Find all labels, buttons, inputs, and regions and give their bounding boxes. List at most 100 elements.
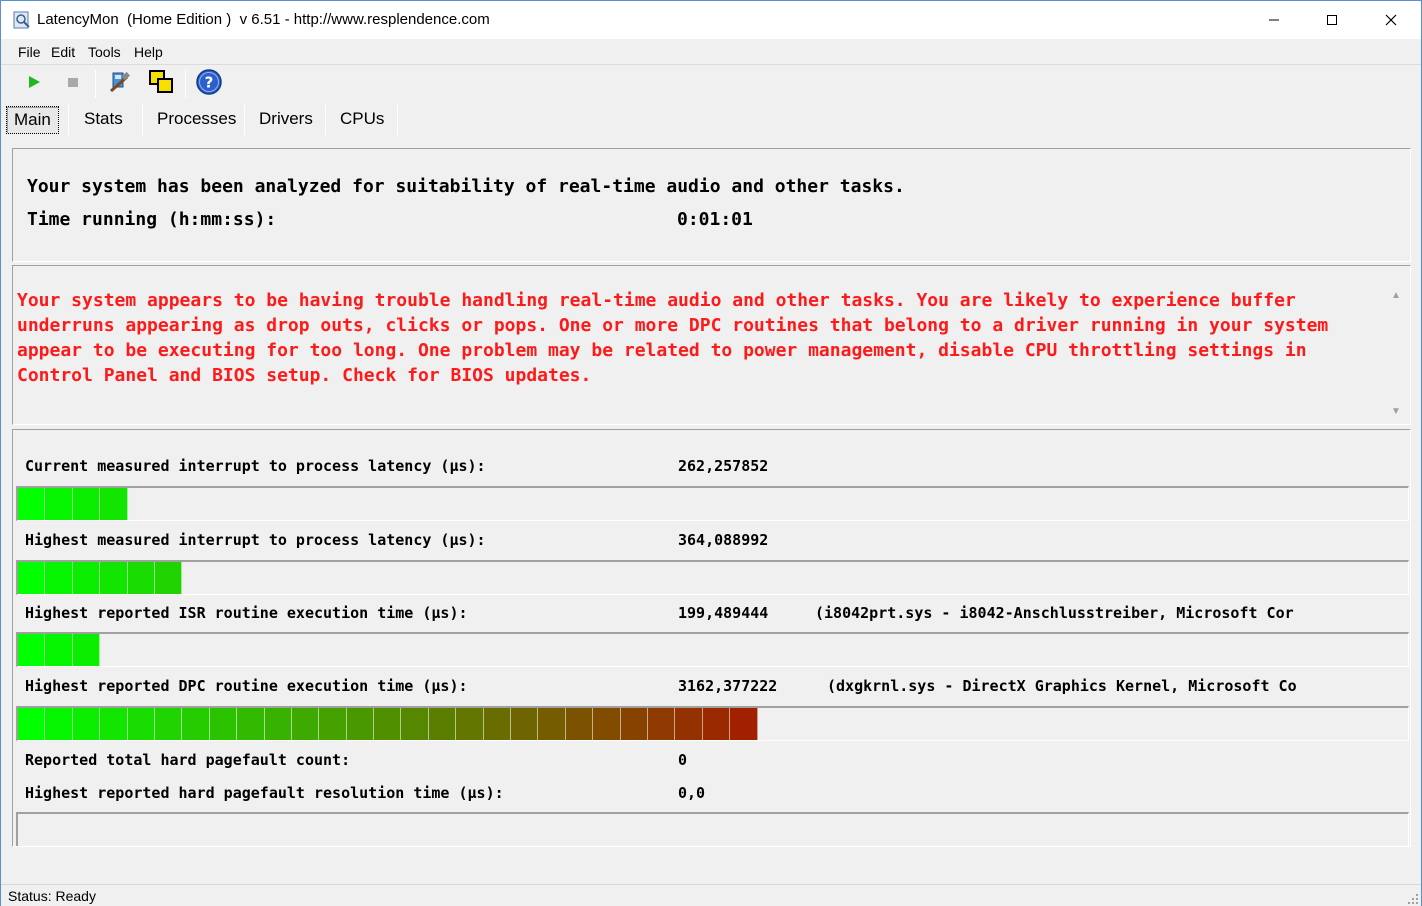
tab-strip: Main Stats Processes Drivers CPUs bbox=[1, 102, 1421, 138]
close-button[interactable] bbox=[1362, 1, 1420, 39]
analysis-summary-text: Your system has been analyzed for suitab… bbox=[27, 176, 905, 197]
bar-segment bbox=[100, 488, 128, 520]
bar-segment bbox=[72, 562, 101, 594]
pagefault-count-value: 0 bbox=[678, 751, 688, 769]
bar-segment bbox=[374, 708, 402, 740]
bar-segment bbox=[401, 708, 429, 740]
menu-tools[interactable]: Tools bbox=[88, 44, 121, 60]
bar-segment bbox=[319, 708, 347, 740]
dpc-driver-info: (dxgkrnl.sys - DirectX Graphics Kernel, … bbox=[827, 677, 1297, 695]
tab-separator bbox=[325, 105, 326, 135]
tab-separator bbox=[142, 105, 143, 135]
bar-segment bbox=[483, 708, 512, 740]
help-button[interactable]: ? bbox=[194, 68, 224, 101]
bar-segment bbox=[620, 708, 648, 740]
bar-segment bbox=[72, 634, 101, 666]
measurements-panel: Current measured interrupt to process la… bbox=[12, 429, 1411, 847]
bar-segment bbox=[45, 708, 73, 740]
bar-segment bbox=[45, 562, 73, 594]
minimize-button[interactable] bbox=[1245, 1, 1303, 39]
bar-segment bbox=[154, 708, 183, 740]
scroll-up-arrow-icon[interactable]: ▲ bbox=[1391, 290, 1401, 301]
bar-segment bbox=[45, 488, 73, 520]
bar-segment bbox=[291, 708, 320, 740]
svg-text:?: ? bbox=[205, 73, 214, 91]
pagefault-time-value: 0,0 bbox=[678, 784, 706, 802]
start-button[interactable] bbox=[19, 69, 49, 99]
tab-cpus[interactable]: CPUs bbox=[333, 106, 391, 134]
driver-tools-button[interactable] bbox=[105, 69, 135, 99]
bar-segment bbox=[182, 708, 210, 740]
warning-text: Your system appears to be having trouble… bbox=[17, 290, 1329, 386]
maximize-button[interactable] bbox=[1303, 1, 1361, 39]
help-icon: ? bbox=[195, 68, 223, 101]
highest-latency-label: Highest measured interrupt to process la… bbox=[25, 531, 486, 549]
time-running-label: Time running (h:mm:ss): bbox=[27, 209, 277, 230]
bar-segment bbox=[565, 708, 594, 740]
current-latency-bar bbox=[16, 486, 1409, 521]
dpc-time-bar bbox=[16, 706, 1409, 741]
bar-segment bbox=[154, 562, 183, 594]
warning-panel[interactable]: Your system appears to be having trouble… bbox=[12, 265, 1411, 425]
scroll-down-arrow-icon[interactable]: ▼ bbox=[1391, 406, 1401, 417]
time-running-value: 0:01:01 bbox=[677, 209, 753, 230]
current-latency-label: Current measured interrupt to process la… bbox=[25, 457, 486, 475]
bar-segment bbox=[127, 562, 155, 594]
bar-segment bbox=[72, 488, 101, 520]
play-icon bbox=[26, 74, 42, 95]
toolbar-separator bbox=[185, 70, 186, 98]
bar-segment bbox=[237, 708, 265, 740]
window-title: LatencyMon (Home Edition ) v 6.51 - http… bbox=[37, 11, 490, 28]
bar-segment bbox=[18, 708, 46, 740]
status-bar: Status: Ready bbox=[1, 884, 1421, 906]
highest-latency-value: 364,088992 bbox=[678, 531, 769, 549]
bar-segment bbox=[647, 708, 676, 740]
menu-bar: File Edit Tools Help bbox=[1, 39, 1421, 65]
tab-separator bbox=[244, 105, 245, 135]
isr-time-bar bbox=[16, 632, 1409, 667]
bar-segment bbox=[538, 708, 566, 740]
resize-grip-icon[interactable] bbox=[1407, 892, 1419, 904]
bar-segment bbox=[18, 488, 46, 520]
bar-segment bbox=[428, 708, 457, 740]
title-bar[interactable]: LatencyMon (Home Edition ) v 6.51 - http… bbox=[1, 1, 1421, 39]
bar-segment bbox=[72, 708, 101, 740]
bar-segment bbox=[18, 634, 46, 666]
bar-segment bbox=[675, 708, 703, 740]
bar-segment bbox=[346, 708, 375, 740]
windows-icon bbox=[147, 68, 175, 101]
isr-driver-info: (i8042prt.sys - i8042-Anschlusstreiber, … bbox=[815, 604, 1294, 622]
dpc-time-label: Highest reported DPC routine execution t… bbox=[25, 677, 468, 695]
windows-button[interactable] bbox=[146, 69, 176, 99]
bar-segment bbox=[209, 708, 238, 740]
app-window: LatencyMon (Home Edition ) v 6.51 - http… bbox=[0, 0, 1422, 906]
pagefault-time-label: Highest reported hard pagefault resoluti… bbox=[25, 784, 504, 802]
latencymon-app-icon bbox=[13, 11, 31, 29]
menu-edit[interactable]: Edit bbox=[51, 44, 75, 60]
current-latency-value: 262,257852 bbox=[678, 457, 769, 475]
tab-stats[interactable]: Stats bbox=[77, 106, 130, 134]
bar-segment bbox=[593, 708, 621, 740]
bar-segment bbox=[511, 708, 539, 740]
toolbar: ? bbox=[1, 66, 1421, 102]
tab-separator bbox=[397, 105, 398, 135]
bar-segment bbox=[730, 708, 758, 740]
menu-help[interactable]: Help bbox=[134, 44, 163, 60]
bar-segment bbox=[18, 562, 46, 594]
bar-segment bbox=[45, 634, 73, 666]
dpc-time-value: 3162,377222 bbox=[678, 677, 778, 695]
summary-panel: Your system has been analyzed for suitab… bbox=[12, 148, 1411, 262]
isr-time-label: Highest reported ISR routine execution t… bbox=[25, 604, 468, 622]
stop-button[interactable] bbox=[58, 69, 88, 99]
bar-segment bbox=[456, 708, 484, 740]
isr-time-value: 199,489444 bbox=[678, 604, 769, 622]
tools-icon bbox=[107, 69, 133, 100]
menu-file[interactable]: File bbox=[18, 44, 41, 60]
bar-segment bbox=[127, 708, 155, 740]
tab-drivers[interactable]: Drivers bbox=[252, 106, 320, 134]
highest-latency-bar bbox=[16, 560, 1409, 595]
tab-main[interactable]: Main bbox=[6, 106, 59, 134]
tab-processes[interactable]: Processes bbox=[150, 106, 243, 134]
stop-icon bbox=[65, 74, 81, 95]
bar-segment bbox=[264, 708, 292, 740]
